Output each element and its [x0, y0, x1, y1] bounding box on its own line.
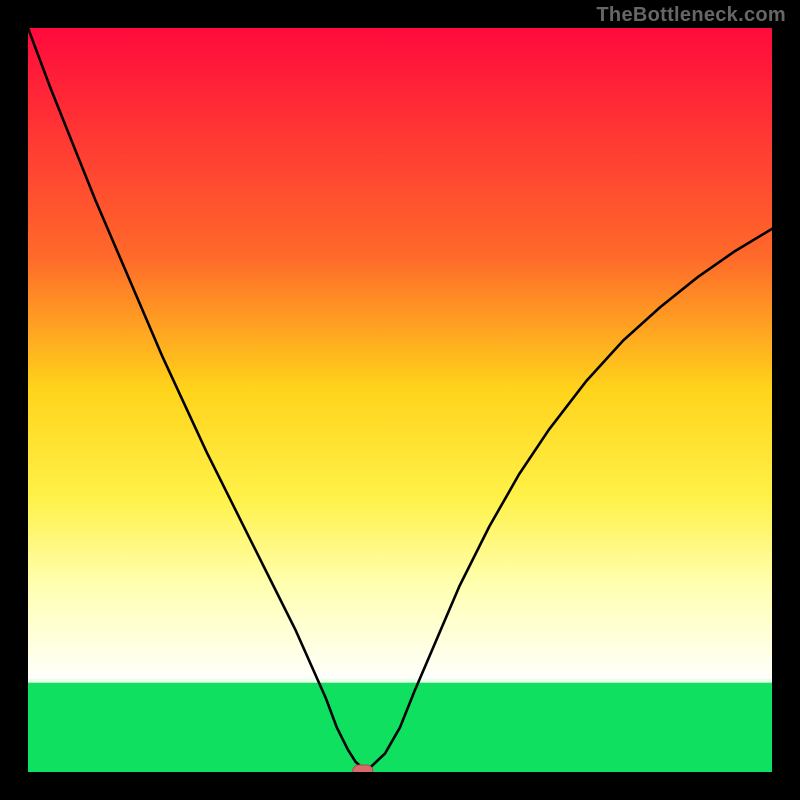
plot-container — [28, 28, 772, 772]
watermark-text: TheBottleneck.com — [596, 4, 786, 27]
min-marker — [353, 765, 373, 772]
gradient-background — [28, 28, 772, 683]
band-edge — [28, 679, 772, 683]
bottleneck-chart — [28, 28, 772, 772]
chart-frame: TheBottleneck.com — [0, 0, 800, 800]
